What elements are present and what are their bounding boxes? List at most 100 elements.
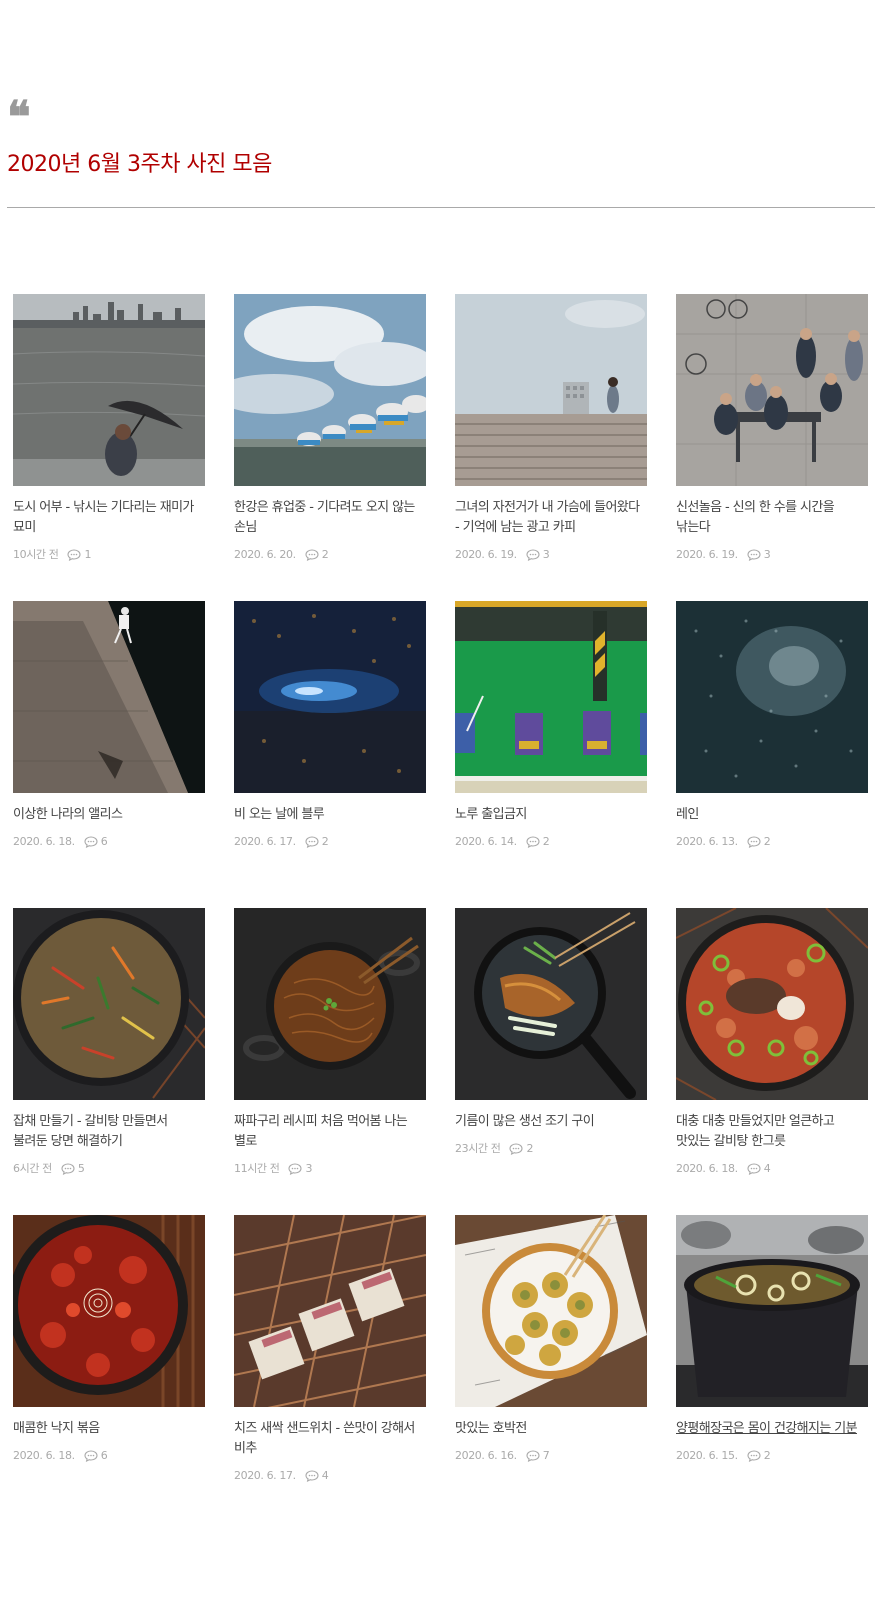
comment-icon: [509, 1143, 524, 1155]
post-date: 10시간 전: [13, 548, 59, 561]
post-thumbnail[interactable]: [455, 601, 647, 793]
post-meta: 2020. 6. 13. 2: [676, 834, 868, 850]
post-card[interactable]: 짜파구리 레시피 처음 먹어봄 나는 별로 11시간 전 3: [234, 908, 426, 1215]
comment-icon: [526, 549, 540, 561]
post-card[interactable]: 도시 어부 - 낚시는 기다리는 재미가 묘미 10시간 전 1: [13, 294, 205, 601]
post-card[interactable]: 신선놀음 - 신의 한 수를 시간을 낚는다 2020. 6. 19. 3: [676, 294, 868, 601]
post-title[interactable]: 레인: [676, 805, 864, 825]
post-date: 2020. 6. 18.: [13, 835, 75, 848]
post-card[interactable]: 맛있는 호박전 2020. 6. 16. 7: [455, 1215, 647, 1522]
post-meta: 23시간 전 2: [455, 1141, 647, 1157]
post-card[interactable]: 그녀의 자전거가 내 가슴에 들어왔다 - 기억에 남는 광고 카피 2020.…: [455, 294, 647, 601]
comment-icon: [526, 836, 540, 848]
post-title[interactable]: 맛있는 호박전: [455, 1419, 643, 1439]
comment-icon: [84, 1450, 98, 1462]
post-date: 2020. 6. 18.: [13, 1449, 75, 1462]
comment-icon: [747, 549, 761, 561]
title-divider: [7, 207, 875, 208]
comment-icon: [288, 1163, 303, 1175]
comment-icon: [747, 1450, 761, 1462]
comment-count[interactable]: 3: [543, 547, 550, 563]
post-date: 2020. 6. 19.: [676, 548, 738, 561]
post-thumbnail[interactable]: [13, 601, 205, 793]
comment-count[interactable]: 3: [764, 547, 771, 563]
post-thumbnail[interactable]: [676, 1215, 868, 1407]
post-thumbnail[interactable]: [234, 601, 426, 793]
post-title[interactable]: 노루 출입금지: [455, 805, 643, 825]
post-date: 2020. 6. 14.: [455, 835, 517, 848]
post-title[interactable]: 양평해장국은 몸이 건강해지는 기분: [676, 1419, 864, 1439]
post-title[interactable]: 신선놀음 - 신의 한 수를 시간을 낚는다: [676, 498, 864, 538]
post-date: 2020. 6. 13.: [676, 835, 738, 848]
post-title[interactable]: 도시 어부 - 낚시는 기다리는 재미가 묘미: [13, 498, 201, 538]
comment-count[interactable]: 2: [543, 834, 550, 850]
post-date: 2020. 6. 17.: [234, 1469, 296, 1482]
comment-count[interactable]: 2: [322, 834, 329, 850]
comment-count[interactable]: 2: [764, 834, 771, 850]
comment-count[interactable]: 7: [543, 1448, 550, 1464]
quote-icon: ❝: [7, 92, 31, 143]
post-title[interactable]: 그녀의 자전거가 내 가슴에 들어왔다 - 기억에 남는 광고 카피: [455, 498, 643, 538]
post-thumbnail[interactable]: [455, 294, 647, 486]
comment-count[interactable]: 1: [84, 547, 91, 563]
post-title[interactable]: 짜파구리 레시피 처음 먹어봄 나는 별로: [234, 1112, 422, 1152]
post-thumbnail[interactable]: [13, 1215, 205, 1407]
comment-icon: [67, 549, 82, 561]
post-title[interactable]: 한강은 휴업중 - 기다려도 오지 않는 손님: [234, 498, 422, 538]
post-date: 2020. 6. 18.: [676, 1162, 738, 1175]
post-thumbnail[interactable]: [234, 294, 426, 486]
comment-count[interactable]: 4: [322, 1468, 329, 1484]
post-date: 2020. 6. 20.: [234, 548, 296, 561]
post-title[interactable]: 이상한 나라의 앨리스: [13, 805, 201, 825]
comment-count[interactable]: 6: [101, 834, 108, 850]
post-thumbnail[interactable]: [676, 601, 868, 793]
comment-icon: [305, 836, 319, 848]
post-thumbnail[interactable]: [234, 908, 426, 1100]
post-thumbnail[interactable]: [13, 294, 205, 486]
post-thumbnail[interactable]: [676, 908, 868, 1100]
comment-icon: [747, 1163, 761, 1175]
post-meta: 2020. 6. 19. 3: [455, 547, 647, 563]
post-card[interactable]: 이상한 나라의 앨리스 2020. 6. 18. 6: [13, 601, 205, 908]
post-card[interactable]: 치즈 새싹 샌드위치 - 쓴맛이 강해서 비추 2020. 6. 17. 4: [234, 1215, 426, 1522]
comment-count[interactable]: 2: [526, 1141, 533, 1157]
post-card[interactable]: 노루 출입금지 2020. 6. 14. 2: [455, 601, 647, 908]
post-thumbnail[interactable]: [455, 908, 647, 1100]
comment-icon: [305, 1470, 319, 1482]
comment-icon: [305, 549, 319, 561]
post-card[interactable]: 잡채 만들기 - 갈비탕 만들면서 불려둔 당면 해결하기 6시간 전 5: [13, 908, 205, 1215]
comment-count[interactable]: 3: [305, 1161, 312, 1177]
comment-count[interactable]: 6: [101, 1448, 108, 1464]
comment-count[interactable]: 2: [764, 1448, 771, 1464]
post-meta: 11시간 전 3: [234, 1161, 426, 1177]
post-card[interactable]: 한강은 휴업중 - 기다려도 오지 않는 손님 2020. 6. 20. 2: [234, 294, 426, 601]
post-meta: 2020. 6. 14. 2: [455, 834, 647, 850]
post-title[interactable]: 치즈 새싹 샌드위치 - 쓴맛이 강해서 비추: [234, 1419, 422, 1459]
comment-icon: [526, 1450, 540, 1462]
post-card[interactable]: 양평해장국은 몸이 건강해지는 기분 2020. 6. 15. 2: [676, 1215, 868, 1522]
post-thumbnail[interactable]: [455, 1215, 647, 1407]
post-meta: 2020. 6. 18. 6: [13, 834, 205, 850]
post-meta: 2020. 6. 17. 4: [234, 1468, 426, 1484]
post-meta: 2020. 6. 18. 4: [676, 1161, 868, 1177]
post-title[interactable]: 기름이 많은 생선 조기 구이: [455, 1112, 643, 1132]
post-title[interactable]: 대충 대충 만들었지만 얼큰하고 맛있는 갈비탕 한그릇: [676, 1112, 864, 1152]
comment-count[interactable]: 5: [78, 1161, 85, 1177]
post-thumbnail[interactable]: [13, 908, 205, 1100]
post-date: 2020. 6. 16.: [455, 1449, 517, 1462]
post-thumbnail[interactable]: [234, 1215, 426, 1407]
post-card[interactable]: 대충 대충 만들었지만 얼큰하고 맛있는 갈비탕 한그릇 2020. 6. 18…: [676, 908, 868, 1215]
post-card[interactable]: 기름이 많은 생선 조기 구이 23시간 전 2: [455, 908, 647, 1215]
post-title[interactable]: 비 오는 날에 블루: [234, 805, 422, 825]
post-card[interactable]: 비 오는 날에 블루 2020. 6. 17. 2: [234, 601, 426, 908]
post-title[interactable]: 잡채 만들기 - 갈비탕 만들면서 불려둔 당면 해결하기: [13, 1112, 201, 1152]
comment-count[interactable]: 2: [322, 547, 329, 563]
post-card[interactable]: 매콤한 낙지 볶음 2020. 6. 18. 6: [13, 1215, 205, 1522]
comment-count[interactable]: 4: [764, 1161, 771, 1177]
post-thumbnail[interactable]: [676, 294, 868, 486]
post-title[interactable]: 매콤한 낙지 볶음: [13, 1419, 201, 1439]
post-date: 2020. 6. 17.: [234, 835, 296, 848]
page-title: 2020년 6월 3주차 사진 모음: [7, 152, 272, 177]
post-meta: 2020. 6. 20. 2: [234, 547, 426, 563]
post-card[interactable]: 레인 2020. 6. 13. 2: [676, 601, 868, 908]
